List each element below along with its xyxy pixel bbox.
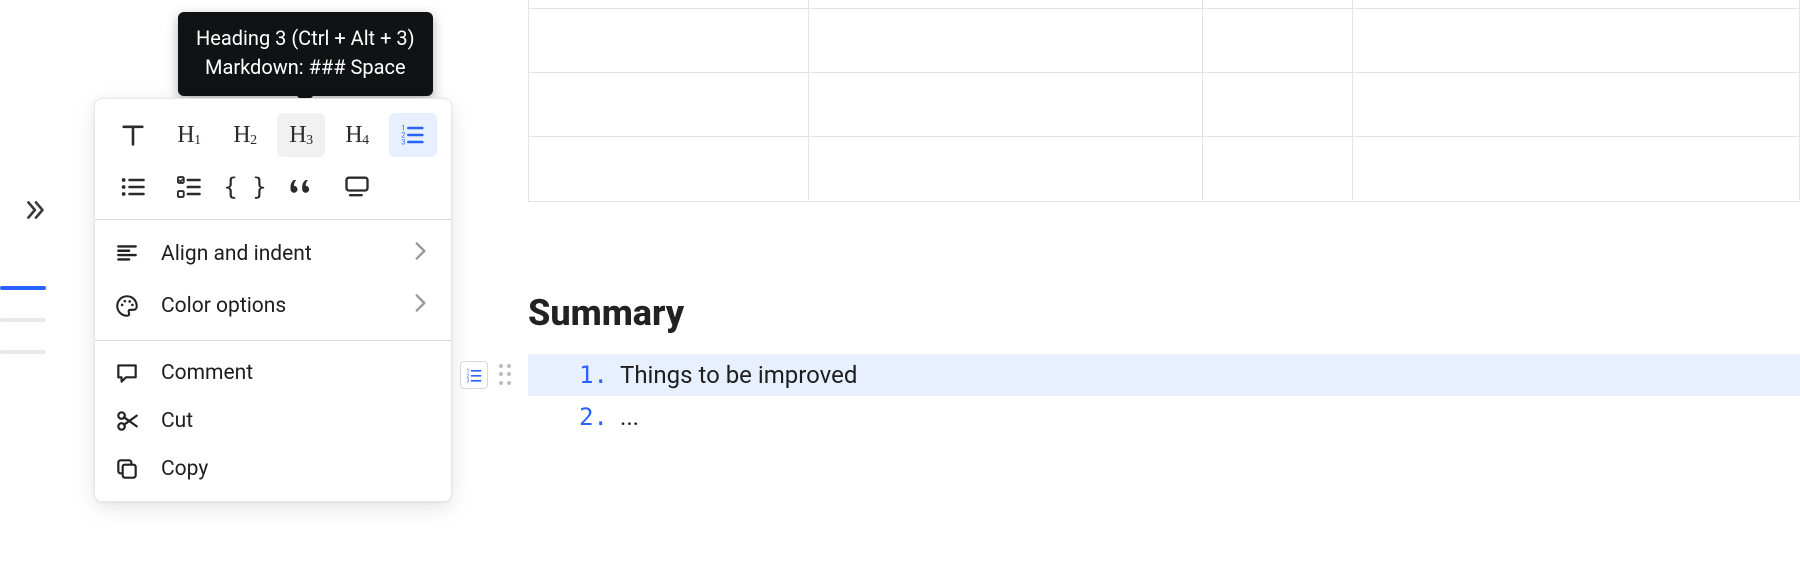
list-item-text[interactable]: ... (620, 403, 639, 431)
align-icon (113, 240, 141, 268)
menu-label: Comment (161, 361, 433, 385)
color-options-menu[interactable]: Color options (101, 280, 445, 332)
document-content: Summary 1 2 3 1. Things to be improved 2… (528, 292, 1800, 438)
menu-label: Color options (161, 294, 387, 318)
bulleted-list-icon (119, 173, 147, 201)
line-controls: 1 2 3 (460, 361, 514, 389)
section-heading[interactable]: Summary (528, 292, 1800, 334)
sidebar-collapsed-item[interactable] (0, 286, 46, 290)
bulleted-list-button[interactable] (109, 165, 157, 209)
list-item-number: 2. (572, 403, 608, 431)
tooltip-line: Markdown: ### Space (196, 53, 415, 82)
code-icon: { } (223, 173, 266, 201)
format-submenu-section: Align and indent Color options (95, 220, 451, 340)
numbered-list-icon: 1 2 3 (399, 121, 427, 149)
cut-action[interactable]: Cut (101, 397, 445, 445)
menu-label: Copy (161, 457, 433, 481)
comment-icon (113, 359, 141, 387)
code-block-button[interactable]: { } (221, 165, 269, 209)
list-type-chip[interactable]: 1 2 3 (460, 361, 488, 389)
svg-text:3: 3 (467, 379, 470, 385)
svg-text:3: 3 (401, 138, 405, 146)
menu-label: Cut (161, 409, 433, 433)
format-type-row1: H1 H2 H3 H4 1 2 3 (109, 113, 437, 157)
tooltip-line: Heading 3 (Ctrl + Alt + 3) (196, 24, 415, 53)
expand-sidebar-button[interactable] (18, 192, 54, 228)
h4-icon: H4 (345, 122, 368, 149)
edit-actions-section: Comment Cut Copy (95, 341, 451, 501)
format-type-section: H1 H2 H3 H4 1 2 3 (95, 99, 451, 219)
heading3-button[interactable]: H3 (277, 113, 325, 157)
double-chevron-right-icon (23, 197, 49, 223)
copy-action[interactable]: Copy (101, 445, 445, 493)
ordered-list-item[interactable]: 1 2 3 1. Things to be improved (528, 354, 1800, 396)
checklist-icon (175, 173, 203, 201)
sidebar-collapsed-item[interactable] (0, 350, 46, 354)
document-area: Summary 1 2 3 1. Things to be improved 2… (500, 0, 1800, 584)
left-rail (0, 0, 60, 584)
list-item-text[interactable]: Things to be improved (620, 361, 857, 389)
copy-icon (113, 455, 141, 483)
text-icon (119, 121, 147, 149)
menu-label: Align and indent (161, 242, 387, 266)
numbered-list-icon: 1 2 3 (464, 365, 484, 385)
card-icon (343, 173, 371, 201)
comment-action[interactable]: Comment (101, 349, 445, 397)
callout-button[interactable] (333, 165, 381, 209)
table-grid[interactable] (528, 0, 1800, 202)
chevron-right-icon (407, 290, 433, 322)
ordered-list-item[interactable]: 2. ... (528, 396, 1800, 438)
heading1-button[interactable]: H1 (165, 113, 213, 157)
paragraph-text-button[interactable] (109, 113, 157, 157)
chevron-right-icon (407, 238, 433, 270)
format-type-row2: { } (109, 165, 437, 209)
format-panel: H1 H2 H3 H4 1 2 3 (94, 98, 452, 502)
h2-icon: H2 (233, 122, 256, 149)
numbered-list-button[interactable]: 1 2 3 (389, 113, 437, 157)
h1-icon: H1 (177, 122, 200, 149)
list-item-number: 1. (572, 361, 608, 389)
h3-icon: H3 (289, 122, 312, 149)
drag-handle[interactable] (496, 361, 514, 389)
quote-icon (287, 173, 315, 201)
heading3-tooltip: Heading 3 (Ctrl + Alt + 3) Markdown: ###… (178, 12, 433, 96)
heading2-button[interactable]: H2 (221, 113, 269, 157)
scissors-icon (113, 407, 141, 435)
checklist-button[interactable] (165, 165, 213, 209)
heading4-button[interactable]: H4 (333, 113, 381, 157)
palette-icon (113, 292, 141, 320)
sidebar-collapsed-item[interactable] (0, 318, 46, 322)
blockquote-button[interactable] (277, 165, 325, 209)
sidebar-collapsed-items (0, 286, 46, 354)
align-indent-menu[interactable]: Align and indent (101, 228, 445, 280)
